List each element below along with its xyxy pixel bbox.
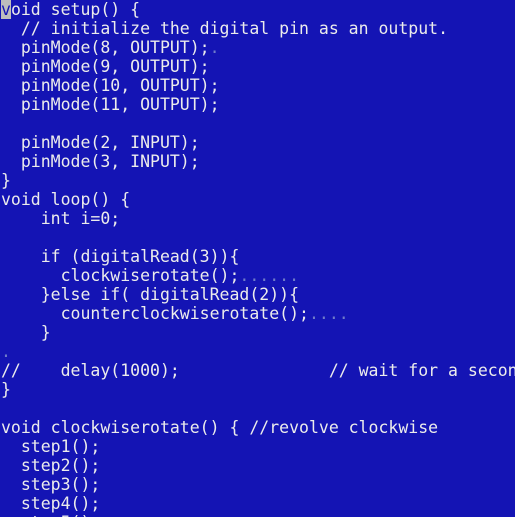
code-line[interactable]: pinMode(11, OUTPUT); xyxy=(0,95,515,114)
code-text: if (digitalRead(3)){ xyxy=(1,247,240,266)
whitespace-marker: . xyxy=(1,342,11,361)
code-line[interactable]: pinMode(8, OUTPUT);. xyxy=(0,38,515,57)
code-text: clockwiserotate(); xyxy=(1,266,240,285)
code-editor[interactable]: void setup() { // initialize the digital… xyxy=(0,0,515,517)
code-line[interactable]: pinMode(3, INPUT); xyxy=(0,152,515,171)
code-line[interactable]: pinMode(2, INPUT); xyxy=(0,133,515,152)
code-line[interactable]: }else if( digitalRead(2)){ xyxy=(0,285,515,304)
code-line[interactable]: step4(); xyxy=(0,494,515,513)
code-line[interactable]: step5(); xyxy=(0,513,515,517)
code-text: step1(); xyxy=(1,437,101,456)
code-text: // initialize the digital pin as an outp… xyxy=(1,19,449,38)
code-line[interactable]: pinMode(9, OUTPUT); xyxy=(0,57,515,76)
code-line[interactable]: void clockwiserotate() { //revolve clock… xyxy=(0,418,515,437)
code-text: // delay(1000); // wait for a second xyxy=(1,361,515,380)
code-line[interactable]: void setup() { xyxy=(0,0,515,19)
code-line[interactable]: step2(); xyxy=(0,456,515,475)
code-line[interactable]: if (digitalRead(3)){ xyxy=(0,247,515,266)
code-line[interactable]: void loop() { xyxy=(0,190,515,209)
code-line[interactable]: step1(); xyxy=(0,437,515,456)
code-text: } xyxy=(1,380,11,399)
code-text: pinMode(3, INPUT); xyxy=(1,152,200,171)
code-text: pinMode(9, OUTPUT); xyxy=(1,57,210,76)
code-line[interactable]: counterclockwiserotate();.... xyxy=(0,304,515,323)
code-line[interactable] xyxy=(0,228,515,247)
whitespace-marker: ...... xyxy=(239,266,300,285)
code-text: step5(); xyxy=(1,513,100,517)
code-line[interactable]: // delay(1000); // wait for a second xyxy=(0,361,515,380)
code-text: } xyxy=(1,171,11,190)
code-text: pinMode(11, OUTPUT); xyxy=(1,95,220,114)
code-line[interactable]: int i=0; xyxy=(0,209,515,228)
code-line[interactable] xyxy=(0,114,515,133)
code-text: pinMode(2, INPUT); xyxy=(1,133,200,152)
code-text: int i=0; xyxy=(1,209,121,228)
code-line[interactable]: step3(); xyxy=(0,475,515,494)
code-line[interactable]: } xyxy=(0,171,515,190)
code-text: counterclockwiserotate(); xyxy=(1,304,309,323)
code-text: oid setup() { xyxy=(10,0,141,19)
code-line[interactable]: clockwiserotate();...... xyxy=(0,266,515,285)
code-text: step3(); xyxy=(1,475,101,494)
whitespace-marker: .... xyxy=(308,304,349,323)
code-line[interactable]: pinMode(10, OUTPUT); xyxy=(0,76,515,95)
code-line[interactable]: } xyxy=(0,380,515,399)
code-text: step2(); xyxy=(1,456,101,475)
code-text: step4(); xyxy=(1,494,101,513)
code-line[interactable] xyxy=(0,399,515,418)
code-text: pinMode(10, OUTPUT); xyxy=(1,76,220,95)
code-text: void loop() { xyxy=(1,190,131,209)
code-line[interactable]: } xyxy=(0,323,515,342)
code-text: void clockwiserotate() { //revolve clock… xyxy=(1,418,439,437)
whitespace-marker: . xyxy=(209,38,220,57)
code-text: } xyxy=(1,323,51,342)
code-line[interactable]: . xyxy=(0,342,515,361)
code-text: pinMode(8, OUTPUT); xyxy=(1,38,210,57)
text-cursor: v xyxy=(1,0,11,19)
code-text: }else if( digitalRead(2)){ xyxy=(1,285,300,304)
code-line[interactable]: // initialize the digital pin as an outp… xyxy=(0,19,515,38)
